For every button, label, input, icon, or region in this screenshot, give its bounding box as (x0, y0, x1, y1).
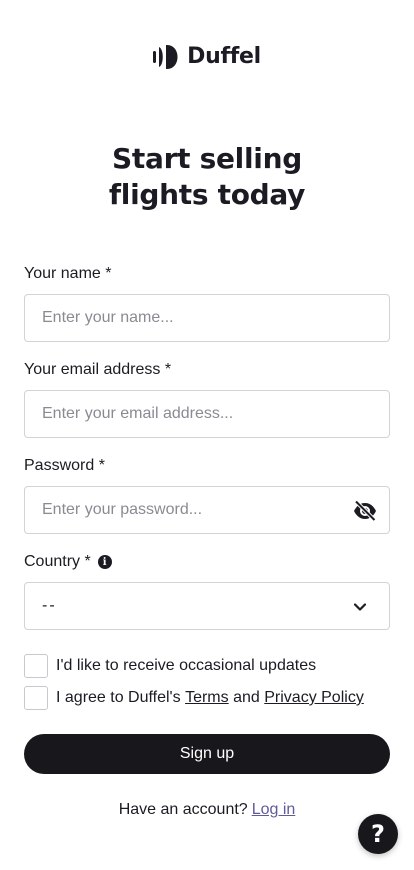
title-line-1: Start selling (112, 142, 302, 175)
updates-label: I'd like to receive occasional updates (56, 657, 317, 674)
eye-slash-icon[interactable] (352, 498, 378, 524)
sign-up-button[interactable]: Sign up (24, 734, 390, 774)
country-label-row: Country * i (24, 553, 112, 571)
name-label: Your name * (24, 265, 112, 282)
agree-option[interactable]: I agree to Duffel's Terms and Privacy Po… (24, 686, 364, 710)
email-field[interactable] (24, 390, 390, 438)
agree-prefix: I agree to Duffel's (56, 689, 181, 706)
brand-name: Duffel (187, 44, 261, 69)
duffel-logo-icon (153, 44, 179, 69)
duffel-logo[interactable]: Duffel (0, 44, 414, 69)
updates-option[interactable]: I'd like to receive occasional updates (24, 654, 316, 678)
agree-and: and (233, 689, 260, 706)
privacy-policy-link[interactable]: Privacy Policy (264, 689, 364, 707)
login-prompt: Have an account? Log in (0, 801, 414, 819)
chevron-down-icon (351, 598, 369, 616)
terms-link[interactable]: Terms (185, 689, 229, 707)
page-title: Start selling flights today (0, 141, 414, 213)
help-button[interactable]: ? (358, 814, 398, 854)
password-input[interactable] (42, 501, 342, 519)
name-input[interactable] (42, 309, 389, 327)
email-input[interactable] (42, 405, 389, 423)
updates-checkbox[interactable] (24, 654, 48, 678)
email-label: Your email address * (24, 361, 172, 378)
country-select-value: -- (42, 597, 57, 614)
title-line-2: flights today (108, 178, 306, 211)
name-field[interactable] (24, 294, 390, 342)
country-label: Country * (24, 553, 91, 570)
password-label: Password * (24, 457, 105, 474)
agree-checkbox[interactable] (24, 686, 48, 710)
log-in-link[interactable]: Log in (252, 801, 296, 818)
info-icon[interactable]: i (97, 555, 112, 569)
password-field[interactable] (24, 486, 390, 534)
have-account-text: Have an account? (118, 801, 248, 818)
country-select[interactable]: -- (24, 582, 390, 630)
